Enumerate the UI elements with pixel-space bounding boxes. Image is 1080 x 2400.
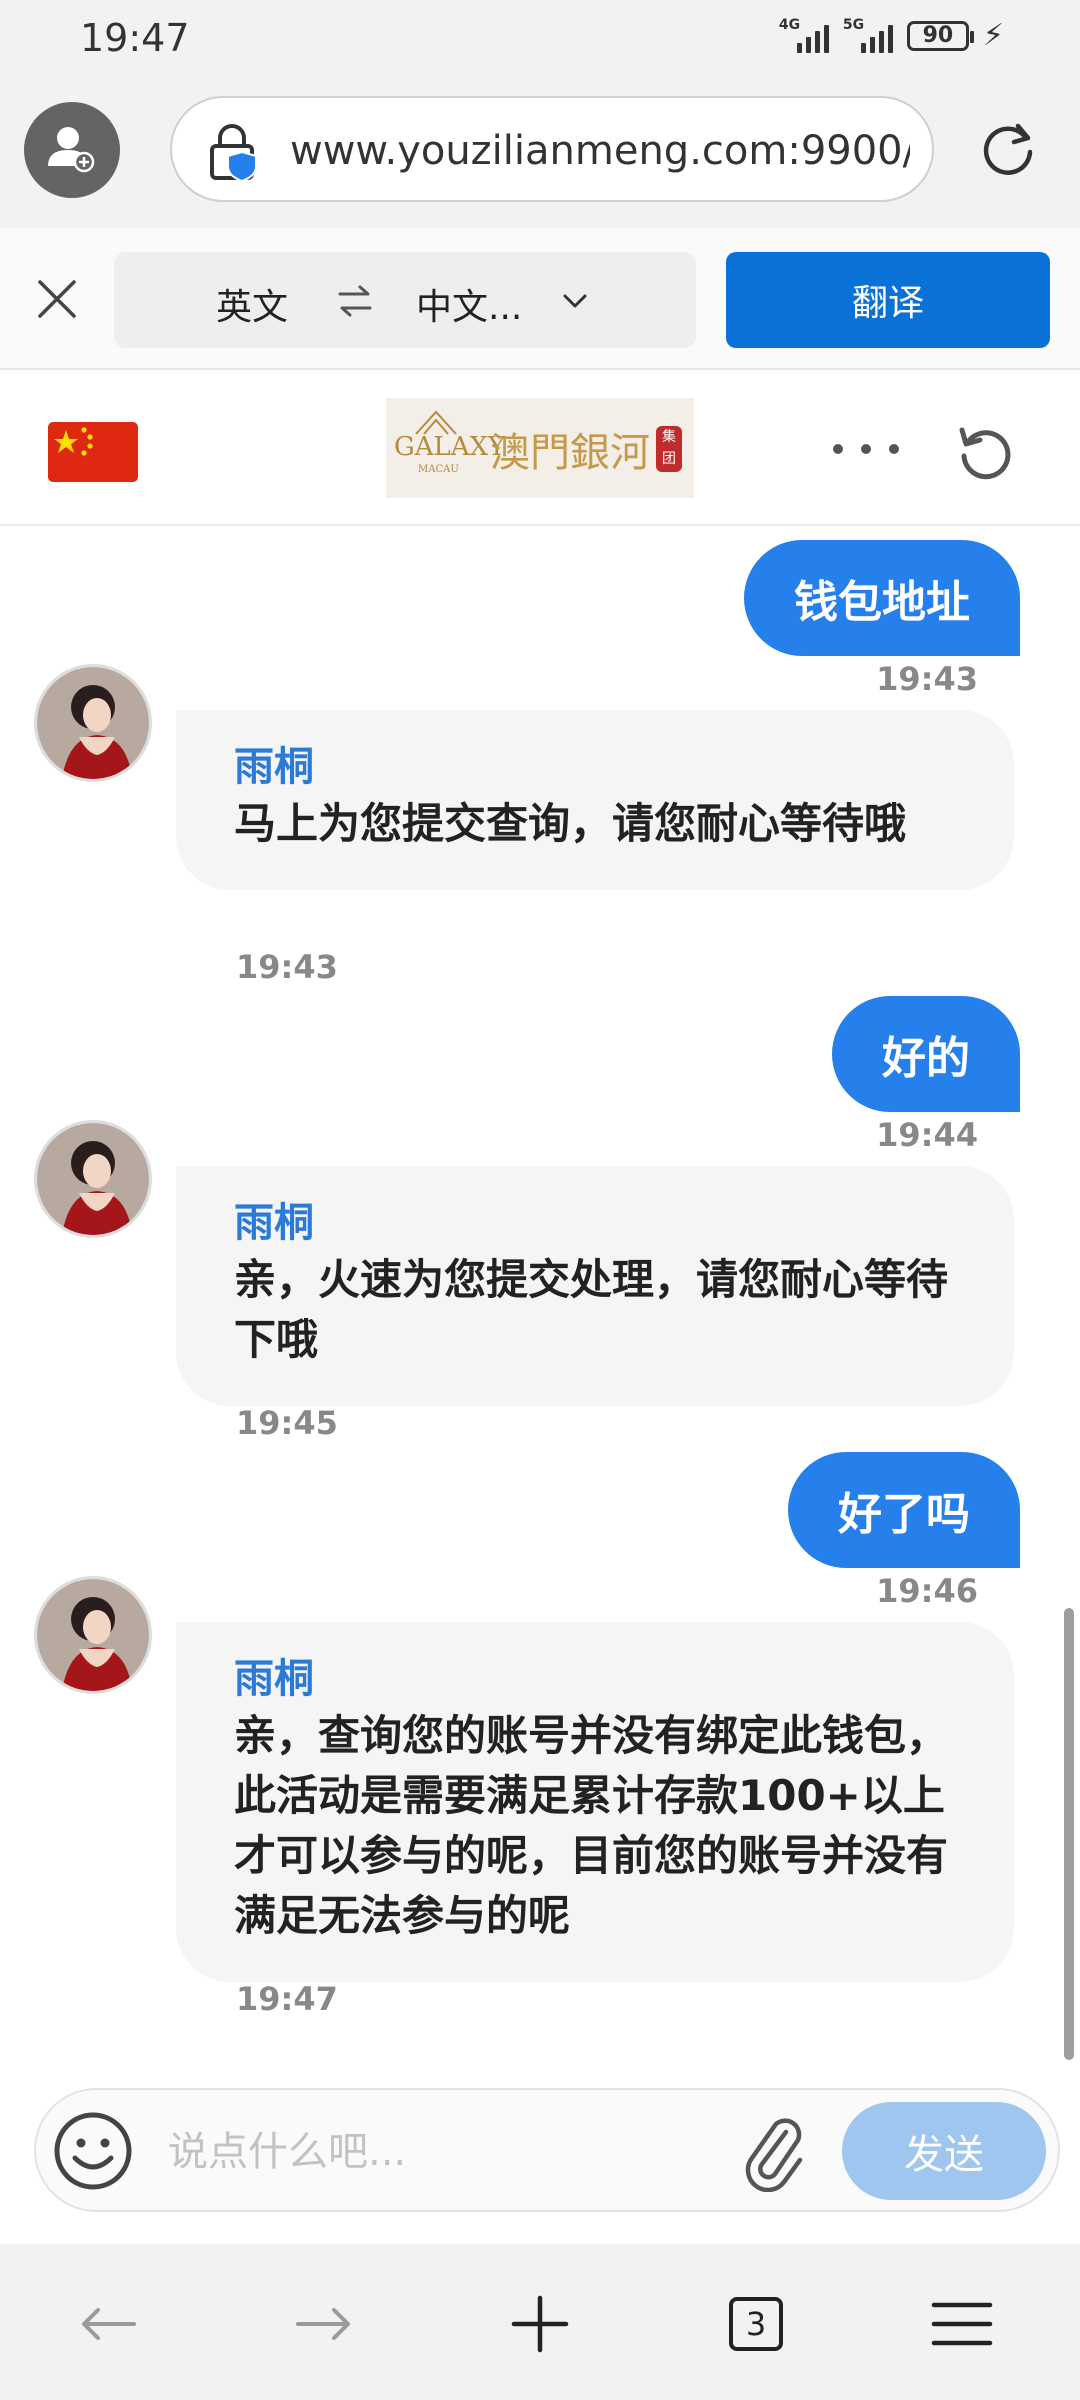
message-time: 19:43 xyxy=(876,660,978,698)
galaxy-macau-logo[interactable]: GALAXY MACAU 澳門銀河 集团 xyxy=(386,398,694,498)
logo-text-en-sub: MACAU xyxy=(418,464,459,475)
add-user-icon xyxy=(48,127,95,173)
agent-avatar-icon xyxy=(37,1579,149,1691)
sender-name: 雨桐 xyxy=(234,1656,314,1702)
message-sent: 钱包地址 xyxy=(744,540,1020,656)
url-bar[interactable]: www.youzilianmeng.com:9900/?s xyxy=(170,96,934,202)
message-text: 亲，火速为您提交处理，请您耐心等待下哦 xyxy=(234,1255,949,1364)
sender-name: 雨桐 xyxy=(234,1200,314,1246)
logo-seal: 集团 xyxy=(656,426,682,472)
paperclip-icon[interactable] xyxy=(740,2112,812,2192)
plus-icon xyxy=(511,2295,569,2353)
agent-avatar-icon xyxy=(37,1123,149,1235)
arrow-left-icon xyxy=(82,2308,136,2340)
menu-button[interactable] xyxy=(922,2284,1002,2364)
url-text: www.youzilianmeng.com:9900/?s xyxy=(290,128,910,174)
scrollbar[interactable] xyxy=(1064,1608,1074,2060)
close-icon[interactable] xyxy=(34,276,80,322)
logo-text-cn: 澳門銀河 xyxy=(490,430,650,476)
secure-lock-icon xyxy=(210,124,257,182)
charging-icon: ⚡ xyxy=(982,18,1004,53)
china-flag-icon[interactable] xyxy=(48,422,138,482)
profile-button[interactable] xyxy=(24,102,120,198)
refresh-icon[interactable] xyxy=(954,420,1018,484)
translate-button[interactable]: 翻译 xyxy=(726,252,1050,348)
message-received: 雨桐 马上为您提交查询，请您耐心等待哦 xyxy=(176,710,1014,890)
avatar[interactable] xyxy=(34,1576,152,1694)
bottom-navigation: 3 xyxy=(0,2244,1080,2400)
status-time: 19:47 xyxy=(80,16,190,60)
forward-button[interactable] xyxy=(284,2284,364,2364)
message-text: 钱包地址 xyxy=(794,577,970,628)
menu-icon xyxy=(931,2302,993,2346)
message-time: 19:46 xyxy=(876,1572,978,1610)
message-received: 雨桐 亲，火速为您提交处理，请您耐心等待下哦 xyxy=(176,1166,1014,1406)
message-text: 亲，查询您的账号并没有绑定此钱包，此活动是需要满足累计存款100+以上才可以参与… xyxy=(234,1711,949,1940)
browser-bar: www.youzilianmeng.com:9900/?s xyxy=(0,76,1080,228)
emoji-icon[interactable] xyxy=(52,2110,134,2192)
chevron-down-icon xyxy=(563,294,587,308)
avatar[interactable] xyxy=(34,664,152,782)
swap-icon[interactable] xyxy=(336,282,374,320)
logo-text-en: GALAXY xyxy=(394,432,506,462)
message-text: 马上为您提交查询，请您耐心等待哦 xyxy=(234,799,907,848)
language-selector[interactable]: 英文 中文... xyxy=(114,252,696,348)
more-options-icon[interactable] xyxy=(826,434,906,464)
message-received: 雨桐 亲，查询您的账号并没有绑定此钱包，此活动是需要满足累计存款100+以上才可… xyxy=(176,1622,1014,1982)
battery-icon: 90 xyxy=(906,20,974,51)
message-text: 好了吗 xyxy=(838,1489,970,1540)
reload-icon[interactable] xyxy=(976,116,1040,180)
source-language: 英文 xyxy=(216,287,289,328)
back-button[interactable] xyxy=(68,2284,148,2364)
new-tab-button[interactable] xyxy=(500,2284,580,2364)
status-icons: 4G 5G 90 ⚡ xyxy=(779,17,1004,54)
translate-bar: 英文 中文... 翻译 xyxy=(0,228,1080,370)
status-bar: 19:47 4G 5G 90 ⚡ xyxy=(0,0,1080,76)
message-sent: 好了吗 xyxy=(788,1452,1020,1568)
message-time: 19:43 xyxy=(236,948,338,986)
sender-name: 雨桐 xyxy=(234,744,314,790)
tab-count: 3 xyxy=(729,2297,783,2351)
target-language: 中文... xyxy=(416,287,523,328)
message-time: 19:45 xyxy=(236,1404,338,1442)
message-text: 好的 xyxy=(882,1033,970,1084)
message-time: 19:44 xyxy=(876,1116,978,1154)
chat-area[interactable]: 钱包地址 19:43 雨桐 马上为您提交查询，请您耐心等待哦 19:43 好的 … xyxy=(0,528,1080,2088)
message-composer: 发送 xyxy=(34,2088,1060,2212)
site-header: GALAXY MACAU 澳門銀河 集团 xyxy=(0,370,1080,526)
message-time: 19:47 xyxy=(236,1980,338,2018)
signal-4g-icon: 4G xyxy=(779,17,829,53)
arrow-right-icon xyxy=(296,2308,350,2340)
agent-avatar-icon xyxy=(37,667,149,779)
message-sent: 好的 xyxy=(832,996,1020,1112)
signal-5g-icon: 5G xyxy=(843,17,893,53)
avatar[interactable] xyxy=(34,1120,152,1238)
tabs-button[interactable]: 3 xyxy=(716,2284,796,2364)
message-input[interactable] xyxy=(168,2122,708,2182)
send-button[interactable]: 发送 xyxy=(842,2102,1046,2200)
